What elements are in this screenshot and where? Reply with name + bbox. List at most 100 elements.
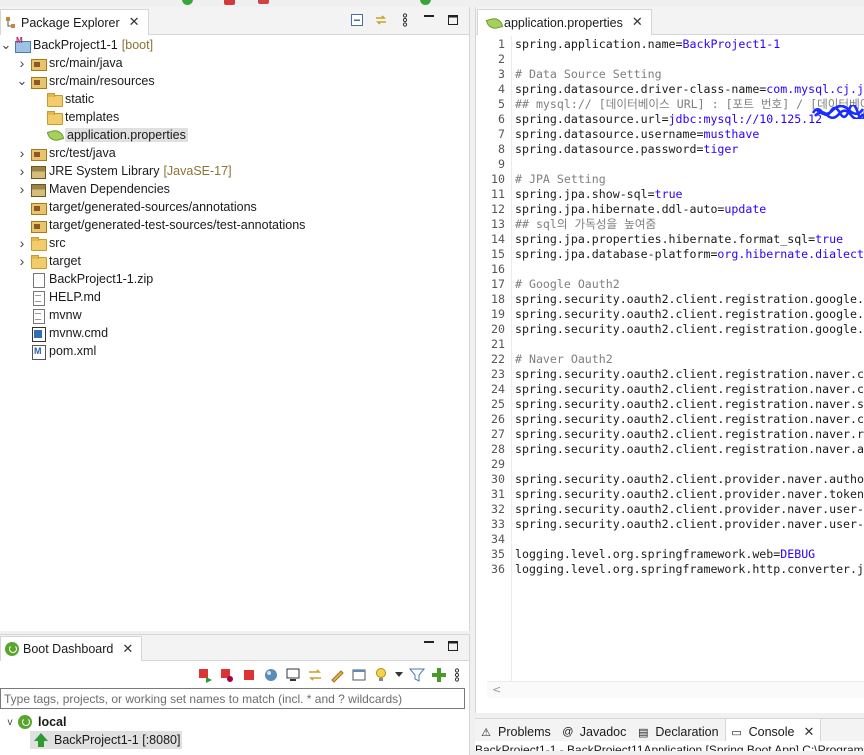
tree-item[interactable]: ⌄ src/main/resources	[0, 72, 469, 90]
line-number: 19	[491, 307, 505, 321]
maximize-icon[interactable]	[445, 638, 461, 654]
tree-item-label: mvnw.cmd	[49, 326, 109, 340]
property-value: DEBUG	[780, 547, 816, 561]
console-icon: ▭	[731, 726, 742, 739]
tree-item[interactable]: application.properties	[0, 126, 469, 144]
boot-app-row[interactable]: BackProject1-1 [:8080]	[30, 731, 183, 749]
property-key: spring.jpa.database-platform=	[515, 247, 718, 261]
comment: # JPA Setting	[515, 172, 606, 186]
close-icon[interactable]: ✕	[129, 15, 140, 30]
code-line: spring.security.oauth2.client.registrati…	[515, 427, 864, 442]
tree-item-label: mvnw	[49, 308, 82, 322]
tree-item[interactable]: static	[0, 90, 469, 108]
line-number: 33	[491, 517, 505, 531]
restart-debug-icon[interactable]	[219, 667, 235, 683]
spring-boot-icon	[5, 642, 19, 656]
tree-item[interactable]: mvnw.cmd	[0, 324, 469, 342]
tree-item-label: pom.xml	[49, 344, 97, 358]
properties-icon[interactable]	[351, 667, 367, 683]
line-number: 26	[491, 412, 505, 426]
horizontal-scrollbar[interactable]: <	[487, 681, 864, 698]
tree-item[interactable]: › src/main/java	[0, 54, 469, 72]
code-area[interactable]: spring.application.name=BackProject1-1 #…	[515, 36, 864, 698]
code-line: logging.level.org.springframework.http.c…	[515, 562, 864, 577]
chevron-down-icon[interactable]: ⌄	[16, 74, 28, 87]
add-icon[interactable]	[431, 667, 447, 683]
tab-boot-dashboard-label: Boot Dashboard	[23, 642, 114, 656]
tree-item[interactable]: HELP.md	[0, 288, 469, 306]
chevron-right-icon[interactable]: ›	[16, 163, 28, 179]
filter-icon[interactable]	[409, 667, 425, 683]
line-number: 8	[498, 142, 505, 156]
sync-icon[interactable]	[307, 667, 323, 683]
chevron-down-icon[interactable]: v	[4, 717, 16, 728]
tree-item-label: src/main/java	[49, 56, 123, 70]
tree-item[interactable]: › Maven Dependencies	[0, 180, 469, 198]
editor-text[interactable]: 1 2 3 4 5 6 7 8 9 10 11 12 13 14 15 16 17 18 19 20 21 22 23 24 2…	[476, 36, 864, 698]
line-number: 17	[491, 277, 505, 291]
chevron-right-icon[interactable]: ›	[16, 235, 28, 251]
property-key: spring.security.oauth2.client.registrati…	[515, 322, 864, 336]
code-line: spring.security.oauth2.client.provider.n…	[515, 517, 864, 532]
collapse-all-icon[interactable]	[349, 12, 365, 28]
tree-item[interactable]: ⌄ BackProject1-1[boot]	[0, 36, 469, 54]
tree-item[interactable]: templates	[0, 108, 469, 126]
property-key: spring.datasource.username=	[515, 127, 704, 141]
tab-application-properties[interactable]: application.properties ✕	[477, 9, 652, 35]
dropdown-arrow-icon[interactable]	[395, 667, 403, 683]
chevron-right-icon[interactable]: ›	[16, 181, 28, 197]
chevron-right-icon[interactable]: ›	[16, 253, 28, 269]
chevron-right-icon[interactable]: ›	[16, 145, 28, 161]
stop-icon[interactable]	[241, 667, 257, 683]
edit-icon[interactable]	[329, 667, 345, 683]
tree-item[interactable]: target/generated-sources/annotations	[0, 198, 469, 216]
property-value: org.hibernate.dialect.MySQLDialect	[717, 247, 864, 261]
open-console-icon[interactable]	[285, 667, 301, 683]
debug-icon[interactable]	[420, 0, 431, 5]
folder-icon	[46, 110, 63, 125]
restart-icon[interactable]	[197, 667, 213, 683]
view-menu-icon[interactable]	[397, 12, 413, 28]
tab-package-explorer[interactable]: Package Explorer ✕	[0, 9, 149, 35]
tree-item[interactable]: › JRE System Library [JavaSE-17]	[0, 162, 469, 180]
line-number: 5	[498, 97, 505, 111]
boot-dashboard-tabbar: Boot Dashboard ✕	[0, 635, 469, 661]
property-key: spring.security.oauth2.client.provider.n…	[515, 502, 864, 516]
tree-item[interactable]: › src/test/java	[0, 144, 469, 162]
run-icon[interactable]	[182, 0, 193, 5]
tree-item[interactable]: target/generated-test-sources/test-annot…	[0, 216, 469, 234]
line-number: 27	[491, 427, 505, 441]
minimize-icon[interactable]	[421, 638, 437, 654]
view-menu-icon[interactable]	[453, 667, 461, 683]
chevron-down-icon[interactable]: ⌄	[0, 38, 12, 51]
tree-item-label: Maven Dependencies	[49, 182, 170, 196]
tree-item-label: src	[49, 236, 66, 250]
tab-boot-dashboard[interactable]: Boot Dashboard ✕	[0, 636, 143, 661]
line-number: 32	[491, 502, 505, 516]
property-key: spring.jpa.properties.hibernate.format_s…	[515, 232, 816, 246]
tree-item[interactable]: › src	[0, 234, 469, 252]
close-icon[interactable]: ✕	[803, 725, 814, 740]
property-key: spring.security.oauth2.client.registrati…	[515, 382, 864, 396]
minimize-icon[interactable]	[421, 12, 437, 28]
lightbulb-icon[interactable]	[373, 667, 389, 683]
tree-item[interactable]: pom.xml	[0, 342, 469, 360]
boot-dashboard-filter-input[interactable]	[0, 688, 465, 709]
tree-item[interactable]: mvnw	[0, 306, 469, 324]
terminate-icon[interactable]	[258, 0, 269, 4]
chevron-right-icon[interactable]: ›	[16, 55, 28, 71]
tree-item[interactable]: BackProject1-1.zip	[0, 270, 469, 288]
open-browser-icon[interactable]	[263, 667, 279, 683]
redaction-scribble	[811, 105, 864, 119]
stop-icon[interactable]	[224, 0, 235, 5]
folder-icon	[30, 254, 47, 269]
close-icon[interactable]: ✕	[122, 642, 133, 657]
close-icon[interactable]: ✕	[632, 15, 643, 30]
local-target-row[interactable]: v local	[4, 713, 67, 731]
maximize-icon[interactable]	[445, 12, 461, 28]
link-with-editor-icon[interactable]	[373, 12, 389, 28]
scroll-left-icon[interactable]: <	[492, 683, 501, 696]
tree-item[interactable]: › target	[0, 252, 469, 270]
property-value: musthave	[703, 127, 760, 141]
